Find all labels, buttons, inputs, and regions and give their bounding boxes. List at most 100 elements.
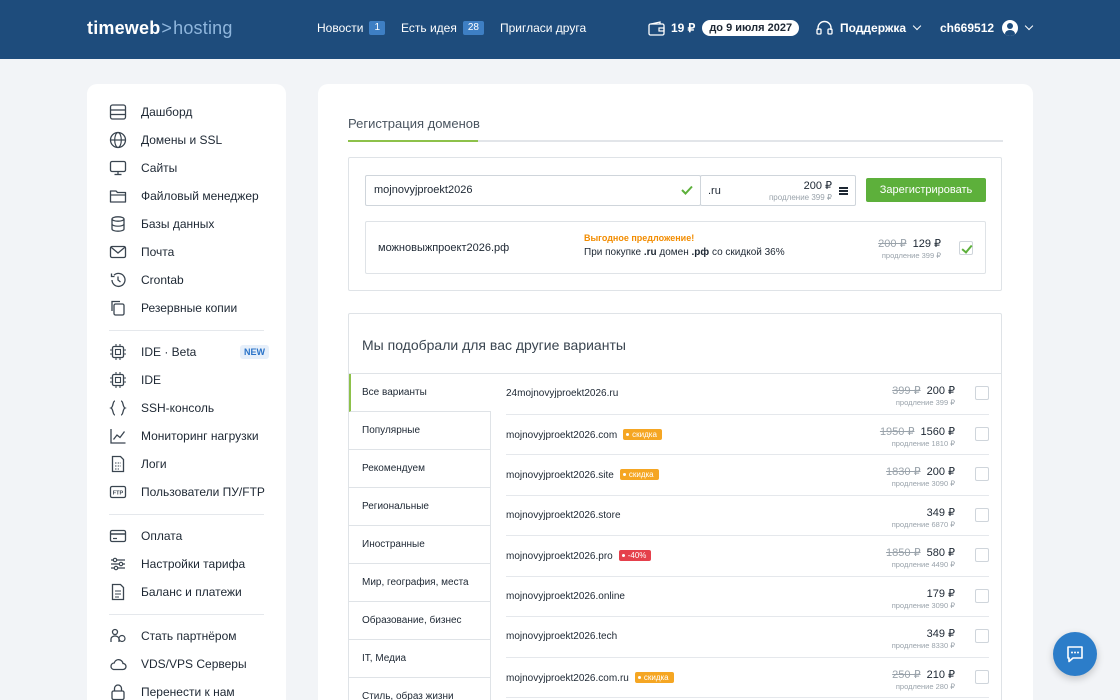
sidebar-item-ssh[interactable]: SSH-консоль <box>109 398 269 418</box>
sidebar-item-ftp-users[interactable]: FTP Пользователи ПУ/FTP <box>109 482 269 502</box>
nav-idea[interactable]: Есть идея 28 <box>401 21 484 35</box>
sidebar-divider <box>109 330 264 331</box>
offer-text-part: При покупке <box>584 247 642 258</box>
user-menu[interactable]: ch669512 <box>940 20 1034 36</box>
domain-checkbox[interactable] <box>975 588 989 603</box>
folder-icon <box>109 190 127 203</box>
sidebar-item-tariff-settings[interactable]: Настройки тарифа <box>109 554 269 574</box>
balance-until: до 9 июля 2027 <box>702 20 800 36</box>
category-world[interactable]: Мир, география, места <box>349 564 491 602</box>
sidebar-item-monitoring[interactable]: Мониторинг нагрузки <box>109 426 269 446</box>
sidebar-item-domains[interactable]: Домены и SSL <box>109 130 269 150</box>
log-icon <box>111 455 125 473</box>
sliders-icon <box>111 557 125 571</box>
sidebar-item-label: IDE · Beta <box>141 345 197 359</box>
avatar <box>1002 20 1019 36</box>
sidebar-item-file-manager[interactable]: Файловый менеджер <box>109 186 269 206</box>
domain-checkbox[interactable] <box>975 548 989 562</box>
svg-text:FTP: FTP <box>113 490 124 496</box>
chevron-down-icon <box>912 21 922 31</box>
zone-select[interactable]: .ru 200 ₽ продление 399 ₽ <box>700 175 856 206</box>
category-lifestyle[interactable]: Стиль, образ жизни <box>349 678 491 700</box>
domain-checkbox[interactable] <box>975 386 989 400</box>
category-foreign[interactable]: Иностранные <box>349 526 491 564</box>
sidebar-item-ide-beta[interactable]: IDE · Beta NEW <box>109 342 269 362</box>
domain-checkbox[interactable] <box>975 669 989 684</box>
domain-row[interactable]: mojnovyjproekt2026.pro -40% 1850 ₽ 580 ₽ п… <box>506 536 989 577</box>
sidebar-item-mail[interactable]: Почта <box>109 242 269 262</box>
domain-name-text: 24mojnovyjproekt2026.ru <box>506 388 619 399</box>
chart-icon <box>110 429 126 444</box>
dashboard-icon <box>109 104 127 120</box>
domain-row[interactable]: mojnovyjproekt2026.store 349 ₽ продление… <box>506 496 989 536</box>
domain-row[interactable]: mojnovyjproekt2026.com.ru скидка 250 ₽ 210… <box>506 658 989 698</box>
domain-name: mojnovyjproekt2026.tech <box>506 631 617 642</box>
offer-checkbox[interactable] <box>959 241 973 255</box>
category-popular[interactable]: Популярные <box>349 412 491 450</box>
sidebar-item-balance[interactable]: Баланс и платежи <box>109 582 269 602</box>
sidebar-item-payment[interactable]: Оплата <box>109 526 269 546</box>
sidebar-item-ide[interactable]: IDE <box>109 370 269 390</box>
new-badge: NEW <box>240 345 269 359</box>
logo[interactable]: timeweb>hosting <box>87 18 233 39</box>
category-education[interactable]: Образование, бизнес <box>349 602 491 640</box>
domain-input[interactable]: mojnovyjproekt2026 <box>365 175 701 206</box>
sidebar-item-label: VDS/VPS Серверы <box>141 657 247 671</box>
register-button[interactable]: Зарегистрировать <box>866 178 986 202</box>
old-price: 1830 ₽ <box>886 466 921 478</box>
lock-icon <box>111 684 125 700</box>
domain-renew: продление 4490 ₽ <box>891 560 955 569</box>
sidebar-item-vds[interactable]: VDS/VPS Серверы <box>109 654 269 674</box>
nav-invite[interactable]: Пригласи друга <box>500 21 586 35</box>
domain-checkbox[interactable] <box>975 467 989 481</box>
sidebar-item-label: Баланс и платежи <box>141 585 242 599</box>
domain-row[interactable]: mojnovyjproekt2026.site скидка 1830 ₽ 200 … <box>506 455 989 496</box>
domain-row[interactable]: 24mojnovyjproekt2026.ru 399 ₽ 200 ₽ продл… <box>506 374 989 415</box>
sidebar-item-crontab[interactable]: Crontab <box>109 270 269 290</box>
headset-icon <box>816 20 833 35</box>
domain-checkbox[interactable] <box>975 507 989 522</box>
sidebar-item-label: SSH-консоль <box>141 401 215 415</box>
top-nav: Новости 1 Есть идея 28 Пригласи друга <box>317 21 602 35</box>
support-menu[interactable]: Поддержка <box>816 20 922 36</box>
monitor-icon <box>109 160 127 176</box>
sidebar-item-label: Файловый менеджер <box>141 189 259 203</box>
sidebar-item-sites[interactable]: Сайты <box>109 158 269 178</box>
domain-name-text: mojnovyjproekt2026.site <box>506 470 614 481</box>
category-recommended[interactable]: Рекомендуем <box>349 450 491 488</box>
sidebar-item-transfer[interactable]: Перенести к нам <box>109 682 269 700</box>
offer-domain: можновыжпроект2026.рф <box>378 242 510 254</box>
domain-name-text: mojnovyjproekt2026.online <box>506 590 625 602</box>
sidebar-item-dashboard[interactable]: Дашборд <box>109 102 269 122</box>
menu-icon[interactable] <box>839 187 848 195</box>
sidebar-item-databases[interactable]: Базы данных <box>109 214 269 234</box>
domain-checkbox[interactable] <box>975 426 989 441</box>
category-regional[interactable]: Региональные <box>349 488 491 526</box>
chat-button[interactable] <box>1053 632 1097 676</box>
domain-name: mojnovyjproekt2026.com скидка <box>506 428 662 441</box>
domain-checkbox[interactable] <box>975 629 989 643</box>
domain-name-text: mojnovyjproekt2026.pro <box>506 551 613 562</box>
domain-row[interactable]: mojnovyjproekt2026.online 179 ₽ продлени… <box>506 577 989 617</box>
sidebar-item-logs[interactable]: Логи <box>109 454 269 474</box>
balance-widget[interactable]: 19 ₽ до 9 июля 2027 <box>648 20 800 36</box>
copy-icon <box>111 300 125 316</box>
sidebar-item-label: Мониторинг нагрузки <box>141 429 259 443</box>
top-bar: timeweb>hosting Новости 1 Есть идея 28 П… <box>0 0 1120 59</box>
chip-icon <box>110 372 126 388</box>
sidebar-item-backups[interactable]: Резервные копии <box>109 298 269 318</box>
domain-row[interactable]: mojnovyjproekt2026.tech 349 ₽ продление … <box>506 617 989 658</box>
tab-domain-registration[interactable]: Регистрация доменов <box>348 116 480 131</box>
discount-tag: скидка <box>623 428 662 440</box>
sidebar-item-partner[interactable]: Стать партнёром <box>109 626 269 646</box>
history-icon <box>110 272 126 288</box>
domain-input-value: mojnovyjproekt2026 <box>374 184 473 196</box>
chat-icon <box>1067 646 1083 663</box>
category-all[interactable]: Все варианты <box>349 374 491 412</box>
domain-name-text: mojnovyjproekt2026.store <box>506 509 621 521</box>
domain-row[interactable]: mojnovyjproekt2026.com скидка 1950 ₽ 1560 … <box>506 415 989 455</box>
category-it-media[interactable]: IT, Медиа <box>349 640 491 678</box>
new-price: 580 ₽ <box>926 547 955 559</box>
domain-list: 24mojnovyjproekt2026.ru 399 ₽ 200 ₽ продл… <box>506 374 989 698</box>
nav-news[interactable]: Новости 1 <box>317 21 386 35</box>
